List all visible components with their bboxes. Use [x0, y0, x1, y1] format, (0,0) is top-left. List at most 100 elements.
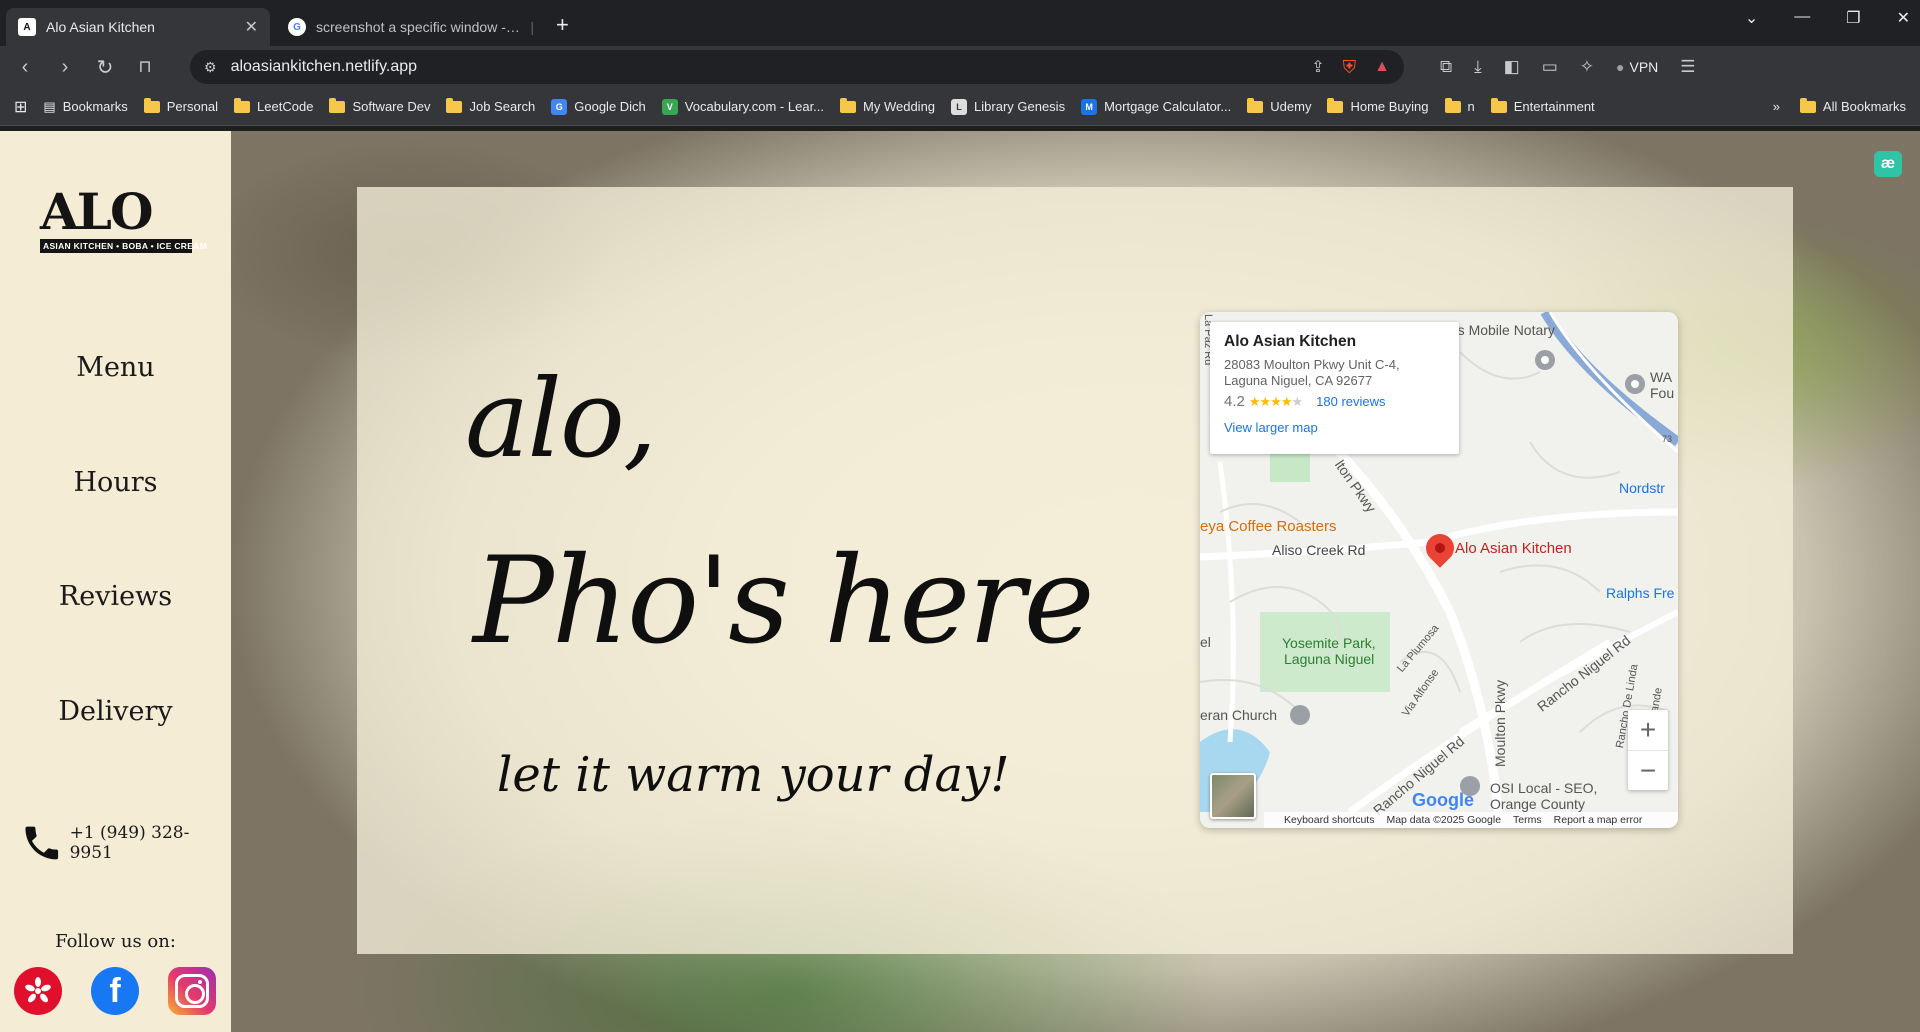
bookmark-item[interactable]: My Wedding — [840, 97, 935, 114]
nav-reviews[interactable]: Reviews — [0, 581, 231, 612]
folder-icon — [840, 97, 857, 113]
google-map-embed[interactable]: 's Mobile Notary WA Fou 73 Nordstr eya C… — [1200, 312, 1678, 828]
bookmark-item[interactable]: Entertainment — [1490, 97, 1595, 114]
more-bookmarks-button[interactable]: » — [1773, 99, 1780, 114]
yelp-icon[interactable] — [14, 967, 62, 1015]
instagram-icon[interactable] — [168, 967, 216, 1015]
url-text[interactable]: aloasiankitchen.netlify.app — [231, 58, 1298, 76]
nav-menu[interactable]: Menu — [0, 352, 231, 383]
browser-toolbar: ‹ › ↻ ⊓ ⚙ aloasiankitchen.netlify.app ⇪ … — [0, 46, 1920, 88]
folder-icon — [329, 97, 346, 113]
bookmark-label: Library Genesis — [974, 99, 1066, 114]
window-controls: ⌄ — ❐ ✕ — [1745, 8, 1910, 28]
hero-card: alo, Pho's here let it warm your day! 's… — [357, 187, 1793, 954]
address-bar[interactable]: ⚙ aloasiankitchen.netlify.app ⇪ ⛨ ▲ — [190, 50, 1404, 84]
bookmark-label: Google Dich — [574, 99, 646, 114]
zoom-in-button[interactable]: + — [1628, 710, 1668, 750]
tab-google[interactable]: G screenshot a specific window - Google … — [276, 8, 546, 46]
map-label-notary: 's Mobile Notary — [1455, 322, 1555, 338]
nav-hours[interactable]: Hours — [0, 467, 231, 498]
bookmarks-bar: ⊞ ▤ Bookmarks Personal LeetCode Software Dev… — [0, 88, 1920, 126]
map-rating-value: 4.2 — [1224, 393, 1245, 410]
folder-icon — [234, 97, 251, 113]
alo-favicon-icon: A — [18, 18, 36, 36]
bookmark-label: Software Dev — [352, 99, 431, 114]
bookmark-item[interactable]: Udemy — [1247, 97, 1311, 114]
folder-icon — [1327, 97, 1344, 113]
logo-text: ALO — [40, 182, 154, 241]
zoom-out-button[interactable]: − — [1628, 750, 1668, 790]
bookmark-item[interactable]: Home Buying — [1327, 97, 1429, 114]
reload-icon[interactable]: ↻ — [94, 55, 116, 80]
vpn-button[interactable]: ● VPN — [1616, 59, 1658, 75]
new-tab-button[interactable]: + — [556, 12, 569, 38]
map-address-line1: 28083 Moulton Pkwy Unit C-4, — [1224, 357, 1400, 372]
bookmark-label: Entertainment — [1513, 99, 1595, 114]
menu-icon[interactable]: ☰ — [1680, 57, 1695, 77]
map-label-nordstrom: Nordstr — [1619, 480, 1665, 496]
bookmark-item[interactable]: Personal — [143, 97, 219, 114]
bookmark-item[interactable]: n — [1444, 97, 1475, 114]
close-tab-icon[interactable]: ✕ — [245, 17, 258, 37]
extension-badge-icon[interactable]: æ — [1874, 151, 1902, 177]
all-bookmarks-button[interactable]: All Bookmarks — [1799, 97, 1906, 114]
brave-rewards-icon[interactable]: ▲ — [1374, 58, 1390, 76]
bookmark-item[interactable]: Job Search — [446, 97, 535, 114]
map-label-yosemite1: Yosemite Park, — [1282, 635, 1376, 651]
bookmark-page-icon[interactable]: ⊓ — [134, 57, 156, 77]
site-info-icon[interactable]: ⚙ — [204, 59, 217, 76]
map-data-attribution: Map data ©2025 Google — [1386, 814, 1502, 826]
terms-link[interactable]: Terms — [1513, 814, 1542, 826]
nav-delivery[interactable]: Delivery — [0, 696, 231, 727]
bookmark-label: n — [1467, 99, 1475, 114]
extension-area: ⧉ ⤓ ◧ ▭ ✧ ● VPN ☰ — [1440, 57, 1696, 77]
bookmark-item[interactable]: ▤ Bookmarks — [43, 99, 127, 115]
map-label-moulton-bottom: Moulton Pkwy — [1492, 679, 1508, 767]
brave-shields-icon[interactable]: ⛨ — [1343, 57, 1357, 78]
minimize-icon[interactable]: — — [1794, 8, 1810, 28]
restore-icon[interactable]: ❐ — [1846, 8, 1860, 28]
hero-line-phos-here: Pho's here — [473, 532, 1095, 671]
bookmark-item[interactable]: G Google Dich — [551, 98, 646, 115]
share-icon[interactable]: ⇪ — [1311, 57, 1324, 77]
sidebar-toggle-icon[interactable]: ◧ — [1504, 57, 1520, 77]
follow-us-label: Follow us on: — [55, 931, 176, 952]
folder-icon — [446, 97, 463, 113]
forward-icon[interactable]: › — [54, 56, 76, 79]
back-icon[interactable]: ‹ — [14, 56, 36, 79]
tab-search-icon[interactable]: ⌄ — [1745, 8, 1758, 28]
tab-title: screenshot a specific window - Google — [316, 19, 521, 35]
close-window-icon[interactable]: ✕ — [1897, 8, 1910, 28]
bookmark-label: Mortgage Calculator... — [1104, 99, 1232, 114]
view-larger-map-link[interactable]: View larger map — [1224, 420, 1445, 435]
folder-icon — [1490, 97, 1507, 113]
bookmark-item[interactable]: Software Dev — [329, 97, 431, 114]
bookmark-item[interactable]: V Vocabulary.com - Lear... — [661, 98, 824, 115]
keyboard-shortcuts-link[interactable]: Keyboard shortcuts — [1284, 814, 1374, 826]
folder-icon — [1444, 97, 1461, 113]
leo-ai-icon[interactable]: ✧ — [1580, 57, 1594, 77]
phone-contact[interactable]: +1 (949) 328-9951 — [20, 821, 231, 865]
map-address-line2: Laguna Niguel, CA 92677 — [1224, 373, 1373, 388]
bookmark-item[interactable]: L Library Genesis — [951, 98, 1066, 115]
satellite-toggle-button[interactable] — [1210, 773, 1256, 819]
wallet-icon[interactable]: ▭ — [1542, 57, 1558, 77]
alo-logo[interactable]: ALO ASIAN KITCHEN • BOBA • ICE CREAM — [40, 182, 207, 253]
map-label-coffee: eya Coffee Roasters — [1200, 518, 1337, 535]
google-logo: Google — [1412, 790, 1474, 810]
bookmark-item[interactable]: M Mortgage Calculator... — [1081, 98, 1232, 115]
report-map-error-link[interactable]: Report a map error — [1554, 814, 1643, 826]
folder-icon — [143, 97, 160, 113]
facebook-icon[interactable]: f — [91, 967, 139, 1015]
map-rating: 4.2 ★★★★★ 180 reviews — [1224, 393, 1445, 410]
bookmark-item[interactable]: LeetCode — [234, 97, 313, 114]
downloads-icon[interactable]: ⤓ — [1474, 57, 1482, 77]
map-info-box: Alo Asian Kitchen 28083 Moulton Pkwy Uni… — [1210, 322, 1459, 454]
extensions-icon[interactable]: ⧉ — [1440, 57, 1452, 77]
site-favicon-icon: V — [661, 98, 678, 115]
map-reviews-link[interactable]: 180 reviews — [1316, 394, 1385, 409]
bookmark-label: Personal — [166, 99, 219, 114]
site-favicon-icon: L — [951, 98, 968, 115]
tab-alo[interactable]: A Alo Asian Kitchen ✕ — [6, 8, 270, 46]
apps-grid-icon[interactable]: ⊞ — [14, 97, 27, 117]
